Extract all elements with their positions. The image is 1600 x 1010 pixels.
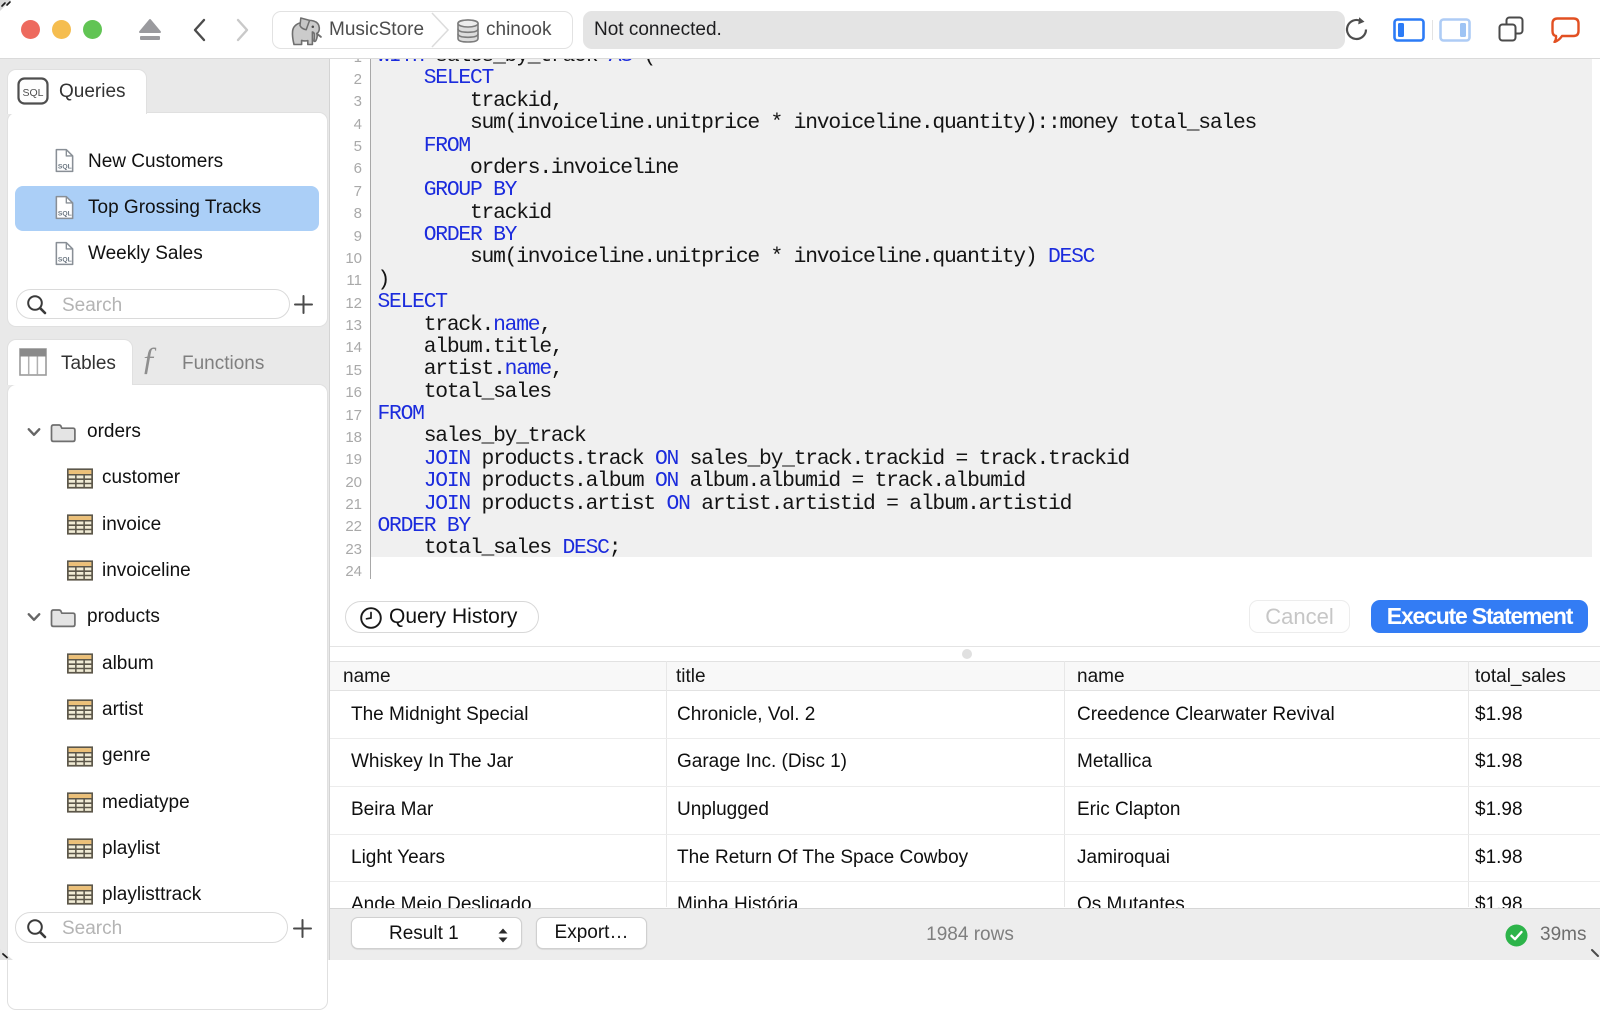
- svg-text:SQL: SQL: [58, 257, 72, 264]
- svg-text:SQL: SQL: [58, 211, 72, 218]
- svg-text:SQL: SQL: [58, 164, 72, 171]
- svg-text:SQL: SQL: [22, 87, 43, 99]
